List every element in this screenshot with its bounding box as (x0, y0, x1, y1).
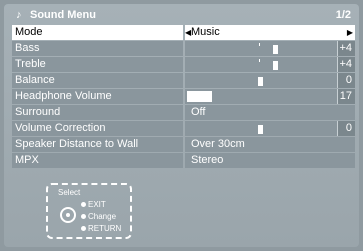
center-tick (259, 59, 260, 62)
exit-button-icon (81, 202, 86, 207)
menu-item-label: Speaker Distance to Wall (12, 137, 183, 152)
return-button-icon (81, 226, 86, 231)
help-change-label: Change (88, 212, 117, 221)
menu-header: ♪ Sound Menu 1/2 (12, 6, 355, 24)
dpad-icon (60, 207, 76, 223)
slider-knob[interactable] (258, 77, 263, 86)
menu-item-mpx[interactable]: MPX Stereo (12, 153, 355, 168)
menu-list: Mode ◀ Music ▶ Bass +4 Treble +4 Balance… (12, 25, 355, 169)
menu-item-mode[interactable]: Mode ◀ Music ▶ (12, 25, 355, 40)
page-indicator: 1/2 (335, 9, 351, 21)
speaker-distance-value: Over 30cm (191, 138, 245, 150)
headphone-volume-value: 17 (337, 89, 355, 104)
menu-item-speaker-distance[interactable]: Speaker Distance to Wall Over 30cm (12, 137, 355, 152)
menu-item-label: Treble (12, 57, 183, 72)
treble-value: +4 (337, 57, 355, 72)
speaker-distance-value-box[interactable]: Over 30cm (185, 137, 355, 152)
menu-item-bass[interactable]: Bass +4 (12, 41, 355, 56)
slider-knob[interactable] (258, 125, 263, 134)
treble-slider[interactable]: +4 (185, 57, 355, 72)
menu-item-headphone-volume[interactable]: Headphone Volume 17 (12, 89, 355, 104)
menu-item-treble[interactable]: Treble +4 (12, 57, 355, 72)
surround-value-box[interactable]: Off (185, 105, 355, 120)
mpx-value-box[interactable]: Stereo (185, 153, 355, 168)
slider-knob[interactable] (273, 61, 278, 70)
help-select-label: Select (58, 188, 81, 197)
center-tick (259, 43, 260, 46)
mode-value: Music (191, 26, 220, 38)
headphone-volume-slider[interactable]: 17 (185, 89, 355, 104)
enter-button-icon (81, 214, 86, 219)
menu-item-label: MPX (12, 153, 183, 168)
volume-bar (187, 91, 212, 102)
volume-correction-slider[interactable]: 0 (185, 121, 355, 136)
mpx-value: Stereo (191, 154, 224, 166)
help-return-label: RETURN (88, 224, 122, 233)
mode-selector[interactable]: ◀ Music ▶ (185, 25, 355, 40)
menu-item-label: Balance (12, 73, 183, 88)
remote-help-box: Select EXIT Change RETURN (46, 183, 132, 239)
arrow-right-icon[interactable]: ▶ (347, 25, 353, 40)
menu-item-surround[interactable]: Surround Off (12, 105, 355, 120)
help-exit-label: EXIT (88, 200, 106, 209)
menu-item-label: Volume Correction (12, 121, 183, 136)
balance-slider[interactable]: 0 (185, 73, 355, 88)
menu-item-label: Bass (12, 41, 183, 56)
menu-item-label: Surround (12, 105, 183, 120)
menu-title: Sound Menu (30, 9, 96, 21)
slider-knob[interactable] (273, 45, 278, 54)
menu-item-label: Mode (12, 25, 183, 40)
balance-value: 0 (337, 73, 355, 88)
music-note-icon: ♪ (16, 9, 22, 21)
menu-item-volume-correction[interactable]: Volume Correction 0 (12, 121, 355, 136)
menu-item-label: Headphone Volume (12, 89, 183, 104)
surround-value: Off (191, 106, 206, 118)
volume-correction-value: 0 (337, 121, 355, 136)
menu-item-balance[interactable]: Balance 0 (12, 73, 355, 88)
bass-value: +4 (337, 41, 355, 56)
bass-slider[interactable]: +4 (185, 41, 355, 56)
